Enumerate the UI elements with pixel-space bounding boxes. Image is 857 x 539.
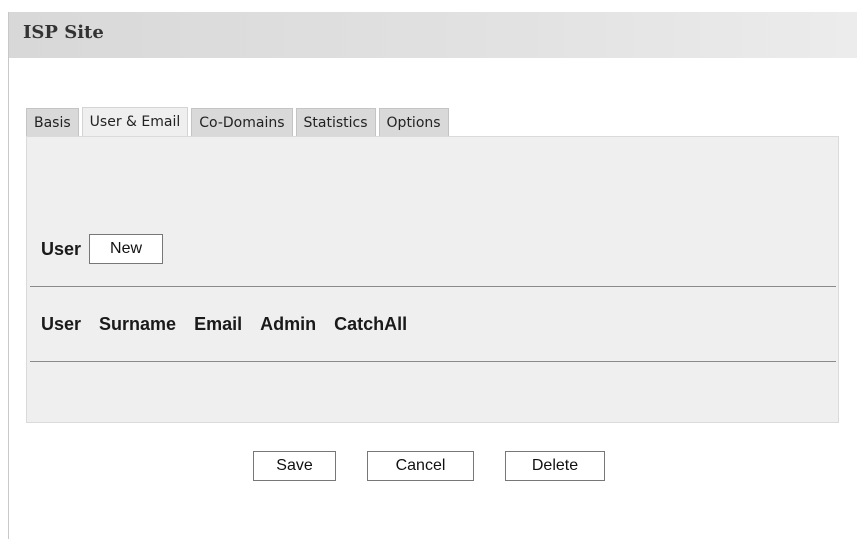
tab-co-domains[interactable]: Co-Domains <box>191 108 293 136</box>
divider <box>30 286 836 287</box>
tab-options[interactable]: Options <box>378 108 449 136</box>
column-header-admin: Admin <box>260 314 317 334</box>
new-user-button[interactable]: New <box>89 234 164 264</box>
column-header-surname: Surname <box>99 314 177 334</box>
window-title: ISP Site <box>23 22 104 43</box>
tab-bar: Basis User & Email Co-Domains Statistics… <box>26 107 452 136</box>
tab-basis[interactable]: Basis <box>26 108 79 136</box>
tab-label: Statistics <box>303 114 368 131</box>
column-header-email: Email <box>194 314 243 334</box>
tab-label: Options <box>386 114 441 131</box>
form-actions: Save Cancel Delete <box>253 451 605 481</box>
user-table-header: User Surname Email Admin CatchAll <box>41 314 407 335</box>
tab-statistics[interactable]: Statistics <box>295 108 376 136</box>
user-label: User <box>41 238 82 259</box>
divider <box>30 361 836 362</box>
user-email-panel: User New User Surname Email Admin CatchA… <box>26 136 839 423</box>
tab-label: Basis <box>34 114 71 131</box>
cancel-button[interactable]: Cancel <box>367 451 474 481</box>
save-button[interactable]: Save <box>253 451 336 481</box>
column-header-user: User <box>41 314 82 334</box>
window-titlebar: ISP Site <box>9 12 857 58</box>
user-row: User New <box>41 234 164 264</box>
tab-label: User & Email <box>89 114 181 130</box>
tab-user-email[interactable]: User & Email <box>81 107 189 136</box>
tab-label: Co-Domains <box>199 114 285 131</box>
delete-button[interactable]: Delete <box>505 451 605 481</box>
column-header-catchall: CatchAll <box>334 314 408 334</box>
